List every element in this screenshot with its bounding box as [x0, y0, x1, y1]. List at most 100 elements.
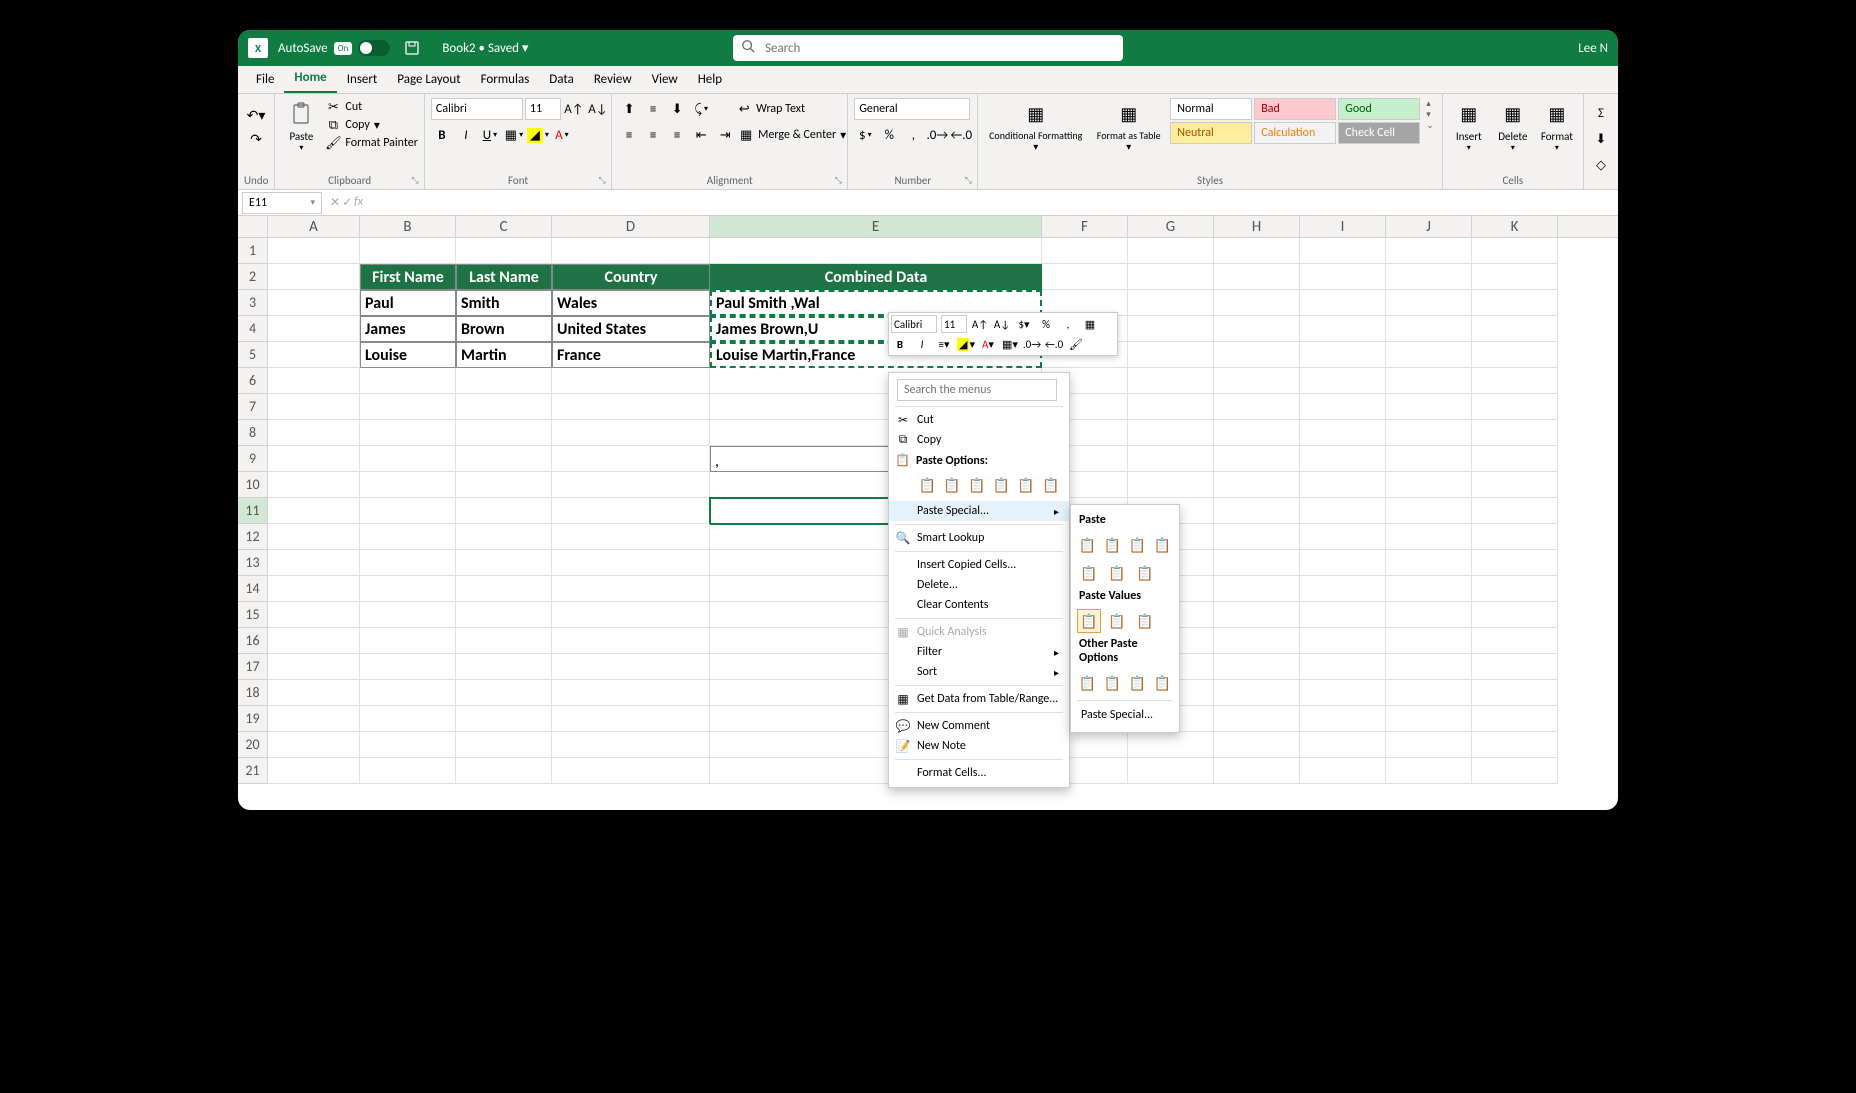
col-A[interactable]: A [268, 216, 360, 237]
tab-data[interactable]: Data [539, 68, 584, 93]
col-G[interactable]: G [1128, 216, 1214, 237]
tab-home[interactable]: Home [284, 66, 336, 93]
cell-D5[interactable]: France [552, 342, 710, 368]
row-3[interactable]: 3 [238, 290, 268, 316]
row-17[interactable]: 17 [238, 654, 268, 680]
mini-format-painter[interactable]: 🖌 [1067, 335, 1085, 353]
row-20[interactable]: 20 [238, 732, 268, 758]
cell-styles-gallery[interactable]: Normal Bad Good Neutral Calculation Chec… [1170, 98, 1420, 144]
paste-button[interactable]: Paste ▾ [281, 98, 321, 155]
ctx-cut[interactable]: ✂Cut [889, 410, 1069, 430]
cell-B2[interactable]: First Name [360, 264, 456, 290]
row-8[interactable]: 8 [238, 420, 268, 446]
submenu-paste-special[interactable]: Paste Special... [1077, 704, 1173, 726]
col-E[interactable]: E [710, 216, 1042, 237]
border-button[interactable]: ▦ [503, 124, 525, 146]
style-bad[interactable]: Bad [1254, 98, 1336, 120]
row-11[interactable]: 11 [238, 498, 268, 524]
user-name[interactable]: Lee N [1578, 41, 1608, 56]
menu-search-input[interactable] [897, 379, 1057, 401]
align-center-button[interactable]: ≡ [642, 124, 664, 146]
font-color-button[interactable]: A [551, 124, 573, 146]
orientation-button[interactable]: ⤹ [690, 98, 712, 120]
row-9[interactable]: 9 [238, 446, 268, 472]
styles-scroll-up[interactable]: ▴ [1426, 98, 1434, 109]
styles-expand[interactable]: ⌄ [1426, 120, 1434, 131]
paste-option-values[interactable]: 📋 [942, 473, 963, 497]
align-top-button[interactable]: ⬆ [618, 98, 640, 120]
style-normal[interactable]: Normal [1170, 98, 1252, 120]
mini-format-cells[interactable]: ▦ [1081, 315, 1099, 333]
font-size-input[interactable] [525, 98, 561, 120]
ctx-new-note[interactable]: 📝New Note [889, 736, 1069, 756]
font-dialog-launcher[interactable]: ⤡ [596, 174, 608, 186]
delete-cells-button[interactable]: ▦Delete▾ [1493, 98, 1533, 155]
col-C[interactable]: C [456, 216, 552, 237]
cancel-formula-icon[interactable]: ✕ [330, 195, 340, 210]
autosave-toggle[interactable]: AutoSave On [278, 40, 390, 56]
cell-D4[interactable]: United States [552, 316, 710, 342]
underline-button[interactable]: U [479, 124, 501, 146]
style-check-cell[interactable]: Check Cell [1338, 122, 1420, 144]
col-B[interactable]: B [360, 216, 456, 237]
ctx-sort[interactable]: Sort▸ [889, 662, 1069, 682]
paste-all[interactable]: 📋 [1077, 533, 1098, 557]
bold-button[interactable]: B [431, 124, 453, 146]
conditional-formatting-button[interactable]: ▦ Conditional Formatting ▾ [984, 98, 1087, 154]
format-painter-button[interactable]: 🖌Format Painter [325, 134, 418, 152]
merge-center-button[interactable]: ▦Merge & Center ▾ [738, 126, 846, 144]
percent-format-button[interactable]: % [878, 124, 900, 146]
ctx-filter[interactable]: Filter▸ [889, 642, 1069, 662]
ctx-copy[interactable]: ⧉Copy [889, 430, 1069, 450]
ctx-get-data[interactable]: ▦Get Data from Table/Range... [889, 689, 1069, 709]
style-neutral[interactable]: Neutral [1170, 122, 1252, 144]
mini-dec-decimal[interactable]: ←.0 [1045, 335, 1063, 353]
select-all-corner[interactable] [238, 216, 268, 237]
row-19[interactable]: 19 [238, 706, 268, 732]
mini-increase-font[interactable]: A↑ [971, 315, 989, 333]
cell-B3[interactable]: Paul [360, 290, 456, 316]
decrease-font-button[interactable]: A↓ [587, 98, 609, 120]
paste-formulas-number-fmt[interactable]: 📋 [1127, 533, 1148, 557]
formula-input[interactable] [367, 192, 1618, 214]
format-cells-button[interactable]: ▦Format▾ [1537, 98, 1577, 155]
paste-transpose[interactable]: 📋 [1133, 561, 1157, 585]
tab-insert[interactable]: Insert [337, 68, 388, 93]
styles-scroll-down[interactable]: ▾ [1426, 109, 1434, 120]
row-10[interactable]: 10 [238, 472, 268, 498]
mini-italic[interactable]: I [913, 335, 931, 353]
mini-size-input[interactable] [941, 315, 967, 333]
align-left-button[interactable]: ≡ [618, 124, 640, 146]
row-6[interactable]: 6 [238, 368, 268, 394]
col-K[interactable]: K [1472, 216, 1558, 237]
cell-C3[interactable]: Smith [456, 290, 552, 316]
save-button[interactable] [402, 38, 422, 58]
col-H[interactable]: H [1214, 216, 1300, 237]
ctx-new-comment[interactable]: 💬New Comment [889, 716, 1069, 736]
paste-option-link[interactable]: 📋 [1040, 473, 1061, 497]
row-4[interactable]: 4 [238, 316, 268, 342]
mini-border[interactable]: ▦▾ [1001, 335, 1019, 353]
fill-button[interactable]: ⬇ [1590, 128, 1612, 150]
ctx-insert-copied-cells[interactable]: Insert Copied Cells... [889, 555, 1069, 575]
clipboard-dialog-launcher[interactable]: ⤡ [409, 174, 421, 186]
cell-B5[interactable]: Louise [360, 342, 456, 368]
ctx-smart-lookup[interactable]: 🔍Smart Lookup [889, 528, 1069, 548]
mini-decrease-font[interactable]: A↓ [993, 315, 1011, 333]
tab-formulas[interactable]: Formulas [471, 68, 540, 93]
paste-formatting[interactable]: 📋 [1077, 671, 1098, 695]
enter-formula-icon[interactable]: ✓ [342, 195, 352, 210]
paste-option-formatting[interactable]: 📋 [1016, 473, 1037, 497]
ctx-delete[interactable]: Delete... [889, 575, 1069, 595]
font-name-input[interactable] [431, 98, 523, 120]
align-right-button[interactable]: ≡ [666, 124, 688, 146]
paste-picture[interactable]: 📋 [1127, 671, 1148, 695]
paste-linked-picture[interactable]: 📋 [1152, 671, 1173, 695]
col-J[interactable]: J [1386, 216, 1472, 237]
number-dialog-launcher[interactable]: ⤡ [962, 174, 974, 186]
col-D[interactable]: D [552, 216, 710, 237]
col-F[interactable]: F [1042, 216, 1128, 237]
row-21[interactable]: 21 [238, 758, 268, 784]
row-1[interactable]: 1 [238, 238, 268, 264]
row-18[interactable]: 18 [238, 680, 268, 706]
